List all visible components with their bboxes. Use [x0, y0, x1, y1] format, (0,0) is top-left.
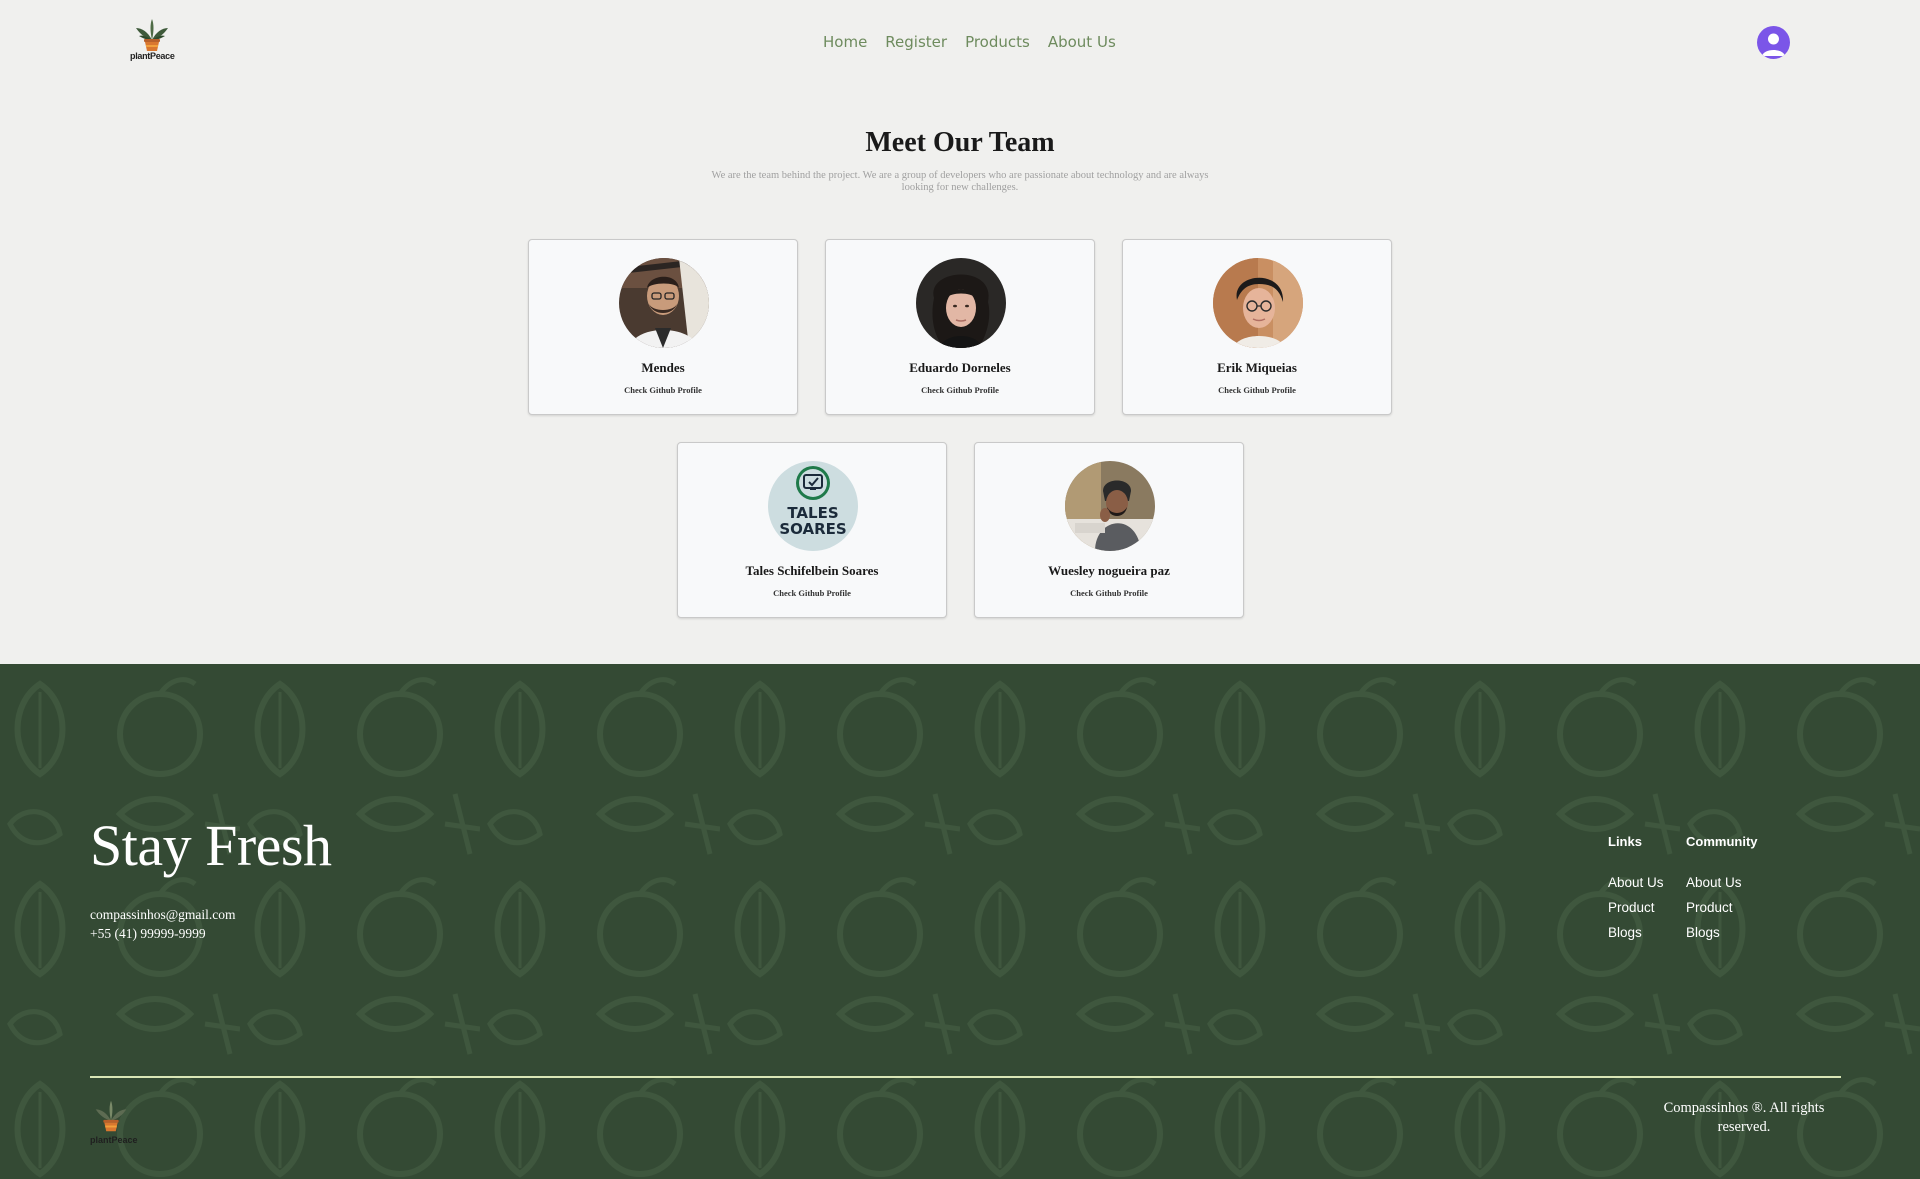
nav-products[interactable]: Products	[965, 33, 1030, 51]
site-header: plantPeace Home Register Products About …	[0, 0, 1920, 90]
footer-email[interactable]: compassinhos@gmail.com	[90, 907, 236, 923]
footer-link-blogs[interactable]: Blogs	[1608, 925, 1642, 940]
github-profile-link[interactable]: Check Github Profile	[529, 385, 797, 395]
github-profile-link[interactable]: Check Github Profile	[678, 588, 946, 598]
footer-link-about-us[interactable]: About Us	[1608, 875, 1664, 890]
page-title: Meet Our Team	[865, 127, 1055, 158]
community-link-product[interactable]: Product	[1686, 900, 1733, 915]
github-profile-link[interactable]: Check Github Profile	[975, 588, 1243, 598]
copyright-text: Compassinhos ®. All rights reserved.	[1663, 1100, 1825, 1135]
nav-about-us[interactable]: About Us	[1048, 33, 1116, 51]
community-heading: Community	[1686, 834, 1758, 849]
footer-logo[interactable]: plantPeace	[90, 1098, 138, 1148]
community-link-about-us[interactable]: About Us	[1686, 875, 1742, 890]
links-heading: Links	[1608, 834, 1642, 849]
team-card-eduardo-dorneles: Eduardo Dorneles Check Github Profile	[825, 239, 1095, 415]
team-card-tales-soares: TALES SOARES Tales Schifelbein Soares Ch…	[677, 442, 947, 618]
footer-heading: Stay Fresh	[90, 813, 332, 878]
team-card-wuesley-nogueira-paz: Wuesley nogueira paz Check Github Profil…	[974, 442, 1244, 618]
user-account-button[interactable]	[1757, 26, 1790, 59]
nav-home[interactable]: Home	[823, 33, 867, 51]
member-name: Tales Schifelbein Soares	[745, 563, 879, 578]
footer-phone: +55 (41) 99999-9999	[90, 926, 206, 941]
member-photo: TALES SOARES	[768, 461, 858, 551]
member-name: Eduardo Dorneles	[909, 360, 1011, 375]
user-icon	[1762, 33, 1785, 56]
github-profile-link[interactable]: Check Github Profile	[826, 385, 1094, 395]
plant-pot-icon	[95, 1100, 127, 1132]
team-card-erik-miqueias: Erik Miqueias Check Github Profile	[1122, 239, 1392, 415]
github-profile-link[interactable]: Check Github Profile	[1123, 385, 1391, 395]
plant-pot-icon	[136, 19, 168, 51]
nav-register[interactable]: Register	[885, 33, 947, 51]
member-photo	[916, 258, 1006, 348]
member-photo	[619, 258, 709, 348]
member-name: Erik Miqueias	[1217, 360, 1297, 375]
plantpeace-logo[interactable]: plantPeace	[130, 18, 175, 64]
footer-logo-text: plantPeace	[90, 1135, 138, 1145]
member-name: Mendes	[641, 360, 685, 375]
logo-text: plantPeace	[130, 51, 175, 61]
member-photo	[1065, 461, 1155, 551]
leaf-pattern-background	[0, 664, 1920, 1179]
community-link-blogs[interactable]: Blogs	[1686, 925, 1720, 940]
team-card-mendes: Mendes Check Github Profile	[528, 239, 798, 415]
footer-divider	[90, 1076, 1841, 1078]
member-name: Wuesley nogueira paz	[1048, 563, 1170, 578]
main-nav: Home Register Products About Us	[823, 33, 1116, 51]
site-footer: Stay Fresh compassinhos@gmail.com +55 (4…	[0, 664, 1920, 1179]
avatar-text: SOARES	[779, 520, 846, 538]
footer-link-product[interactable]: Product	[1608, 900, 1655, 915]
page-subtitle: We are the team behind the project. We a…	[711, 170, 1209, 193]
member-photo	[1213, 258, 1303, 348]
